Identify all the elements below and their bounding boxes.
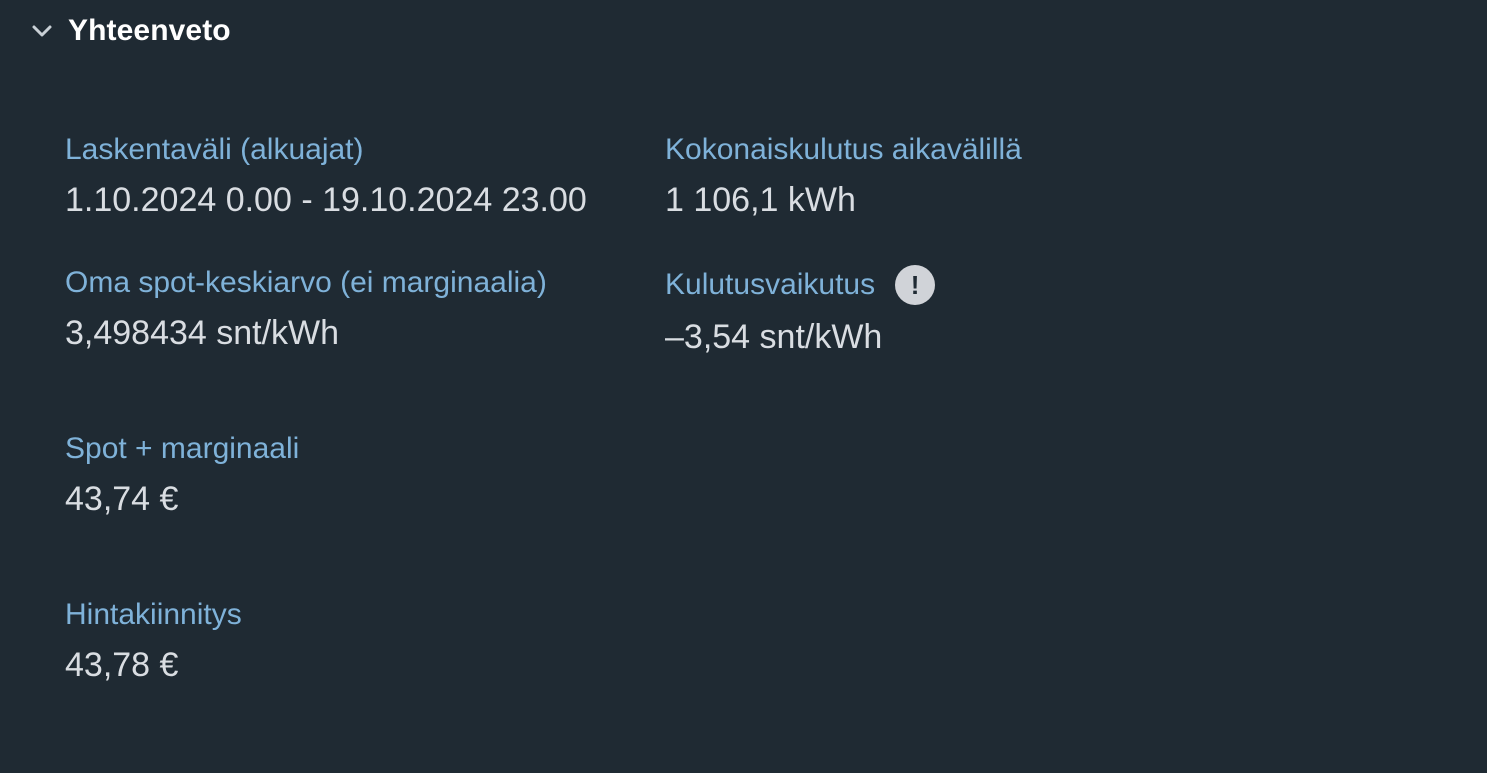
field-total-consumption: Kokonaiskulutus aikavälillä 1 106,1 kWh — [665, 132, 1022, 220]
field-consumption-effect: Kulutusvaikutus ! –3,54 snt/kWh — [665, 265, 936, 357]
exclamation-icon[interactable]: ! — [895, 265, 936, 305]
field-own-spot-average: Oma spot-keskiarvo (ei marginaalia) 3,49… — [65, 265, 547, 353]
section-title: Yhteenveto — [68, 14, 231, 47]
chevron-down-icon[interactable] — [28, 17, 56, 45]
field-label: Kulutusvaikutus — [665, 268, 876, 301]
field-value: 3,498434 snt/kWh — [65, 314, 340, 352]
field-price-lock: Hintakiinnitys 43,78 € — [65, 597, 242, 685]
field-calculation-period: Laskentaväli (alkuajat) 1.10.2024 0.00 -… — [65, 132, 587, 220]
field-value: –3,54 snt/kWh — [665, 318, 883, 356]
field-label: Spot + marginaali — [65, 432, 300, 465]
section-toggle[interactable]: Yhteenveto — [28, 10, 231, 52]
field-label: Laskentaväli (alkuajat) — [65, 133, 364, 166]
field-label-row: Kulutusvaikutus ! — [665, 265, 936, 305]
field-value: 1 106,1 kWh — [665, 181, 856, 219]
field-label: Kokonaiskulutus aikavälillä — [665, 133, 1022, 166]
field-spot-plus-margin: Spot + marginaali 43,74 € — [65, 431, 299, 519]
field-label: Oma spot-keskiarvo (ei marginaalia) — [65, 266, 547, 299]
summary-panel: Yhteenveto Laskentaväli (alkuajat) 1.10.… — [0, 0, 1487, 773]
field-value: 43,74 € — [65, 480, 179, 518]
field-value: 1.10.2024 0.00 - 19.10.2024 23.00 — [65, 181, 587, 219]
field-label: Hintakiinnitys — [65, 598, 242, 631]
field-value: 43,78 € — [65, 646, 179, 684]
